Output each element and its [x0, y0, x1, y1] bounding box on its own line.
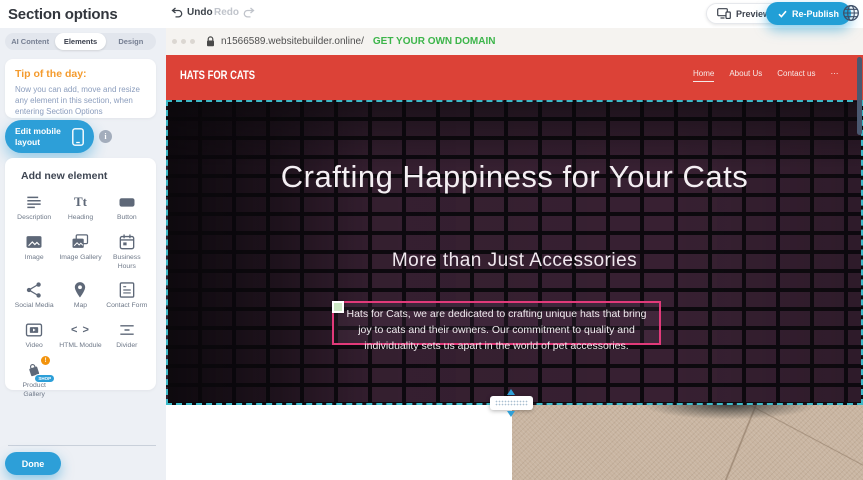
description-icon [24, 192, 44, 212]
element-contact-form[interactable]: Contact Form [105, 280, 149, 311]
republish-label: Re-Publish [792, 9, 839, 19]
element-video[interactable]: Video [12, 320, 56, 351]
map-icon [70, 280, 90, 300]
tab-elements[interactable]: Elements [55, 33, 105, 50]
image-icon [24, 232, 44, 252]
contact-form-icon [117, 280, 137, 300]
shop-badge: SHOP [34, 374, 55, 383]
element-business-hours[interactable]: Business Hours [105, 232, 149, 272]
hero-heading[interactable]: Crafting Happiness for Your Cats [280, 157, 750, 198]
done-button[interactable]: Done [5, 452, 61, 475]
element-grid: Description Tt Heading Button Image Imag… [11, 192, 150, 400]
browser-chrome-bar: n1566589.websitebuilder.online/ GET YOUR… [166, 28, 863, 55]
site-nav: Home About Us Contact us ⋯ [693, 69, 839, 82]
page-title: Section options [8, 6, 118, 23]
phone-icon [72, 128, 84, 146]
resize-arrow-down-icon [507, 411, 515, 417]
redo-icon [243, 7, 255, 18]
preview-scrollbar[interactable] [857, 57, 862, 135]
element-divider[interactable]: Divider [105, 320, 149, 351]
hero-subheading[interactable]: More than Just Accessories [168, 250, 861, 272]
tip-of-the-day-card: Tip of the day: Now you can add, move an… [5, 59, 156, 118]
sidebar-divider [8, 445, 156, 446]
edit-mobile-layout-button[interactable]: Edit mobile layout [5, 120, 94, 153]
add-element-title: Add new element [21, 170, 150, 182]
element-map[interactable]: Map [58, 280, 102, 311]
window-dots [172, 39, 195, 44]
window-dot [181, 39, 186, 44]
info-icon[interactable]: i [99, 130, 112, 143]
check-icon [778, 10, 787, 18]
element-product-gallery[interactable]: ! SHOP Product Gallery [12, 360, 56, 400]
button-icon [117, 192, 137, 212]
redo-label: Redo [214, 7, 239, 18]
html-module-icon: < > [71, 324, 90, 336]
image-gallery-icon [70, 232, 90, 252]
undo-icon [171, 7, 183, 18]
preview-label: Preview [736, 9, 770, 19]
selected-text-element[interactable]: Hats for Cats, we are dedicated to craft… [332, 301, 661, 345]
selection-handle[interactable] [332, 301, 344, 313]
tab-ai-content[interactable]: AI Content [5, 33, 55, 50]
hero-paragraph: Hats for Cats, we are dedicated to craft… [334, 303, 659, 354]
section-resize-handle[interactable] [490, 396, 533, 410]
globe-icon [841, 3, 861, 23]
window-dot [172, 39, 177, 44]
nav-contact-us[interactable]: Contact us [777, 69, 815, 81]
lock-icon [206, 36, 215, 47]
element-button[interactable]: Button [105, 192, 149, 223]
element-image-gallery[interactable]: Image Gallery [58, 232, 102, 272]
add-new-element-card: Add new element Description Tt Heading B… [5, 158, 156, 390]
site-header: HATS FOR CATS Home About Us Contact us ⋯ [166, 55, 863, 100]
tip-body: Now you can add, move and resize any ele… [15, 84, 146, 118]
video-icon [24, 320, 44, 340]
section-options-sidebar: AI Content Elements Design Tip of the da… [0, 28, 166, 480]
tip-title: Tip of the day: [15, 68, 146, 80]
element-description[interactable]: Description [12, 192, 56, 223]
element-html-module[interactable]: < > HTML Module [58, 320, 102, 351]
nav-home[interactable]: Home [693, 69, 714, 82]
site-preview: n1566589.websitebuilder.online/ GET YOUR… [166, 28, 863, 480]
language-globe-button[interactable] [841, 3, 861, 23]
undo-label: Undo [187, 7, 213, 18]
resize-arrow-up-icon [507, 389, 515, 395]
site-logo[interactable]: HATS FOR CATS [180, 70, 255, 82]
nav-about-us[interactable]: About Us [729, 69, 762, 81]
business-hours-icon [117, 232, 137, 252]
divider-icon [117, 320, 137, 340]
next-section-image [512, 405, 863, 480]
tab-design[interactable]: Design [106, 33, 156, 50]
element-image[interactable]: Image [12, 232, 56, 272]
app-canvas: Section options Undo Redo Preview Re-Pub… [0, 0, 863, 480]
redo-button[interactable]: Redo [214, 7, 255, 18]
site-url: n1566589.websitebuilder.online/ [221, 36, 364, 47]
edit-mobile-layout-label: Edit mobile layout [15, 126, 65, 146]
nav-more[interactable]: ⋯ [831, 69, 839, 81]
devices-icon [717, 8, 731, 19]
selected-hero-section[interactable]: Crafting Happiness for Your Cats More th… [166, 100, 863, 405]
heading-icon: Tt [74, 194, 87, 210]
undo-button[interactable]: Undo [171, 7, 213, 18]
element-heading[interactable]: Tt Heading [58, 192, 102, 223]
window-dot [190, 39, 195, 44]
product-gallery-badge-icon: ! [41, 356, 50, 365]
republish-button[interactable]: Re-Publish [766, 2, 851, 25]
sidebar-tabs: AI Content Elements Design [5, 33, 156, 50]
element-social-media[interactable]: Social Media [12, 280, 56, 311]
next-section-blank [166, 405, 512, 480]
resize-grip-dots [495, 400, 528, 406]
social-media-icon [24, 280, 44, 300]
topbar: Section options Undo Redo Preview Re-Pub… [0, 0, 863, 28]
get-own-domain-link[interactable]: GET YOUR OWN DOMAIN [373, 36, 496, 47]
